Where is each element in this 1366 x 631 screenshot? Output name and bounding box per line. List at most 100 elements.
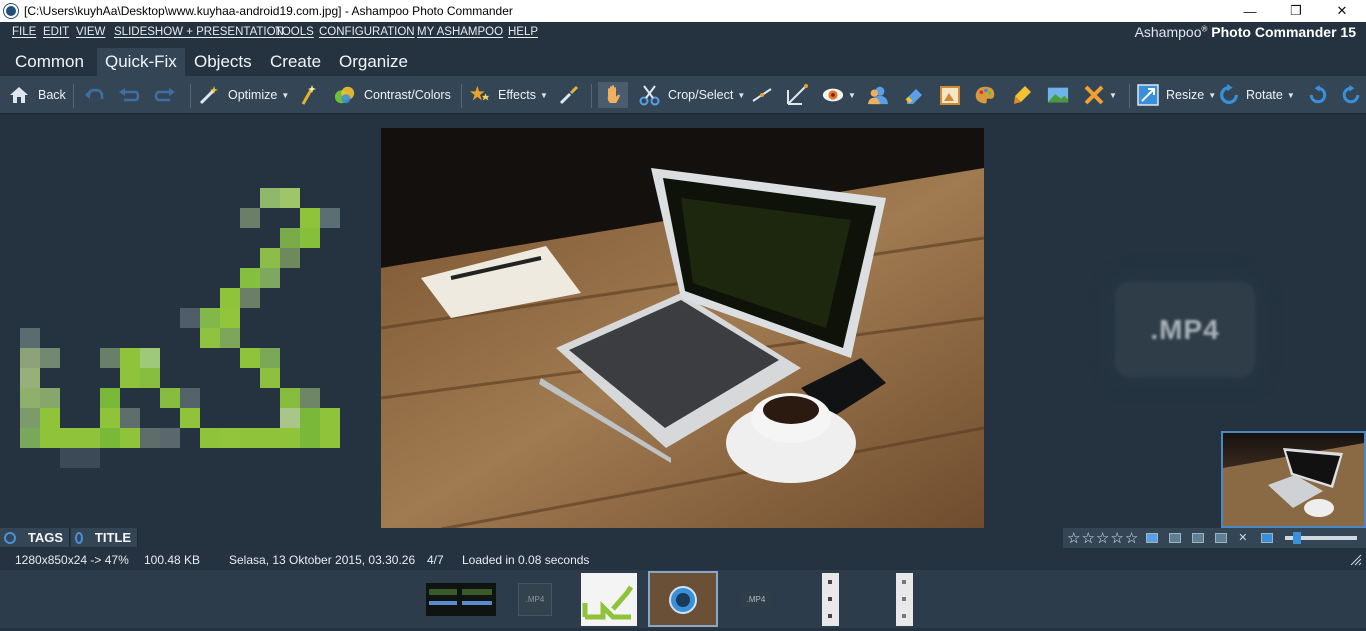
star-icon[interactable]: ☆ — [1067, 529, 1080, 547]
thumbnail-logo[interactable] — [581, 573, 637, 626]
star-icon[interactable]: ☆ — [1081, 529, 1094, 547]
chevron-down-icon: ▼ — [848, 90, 856, 100]
radio-icon — [75, 531, 83, 544]
menu-my-ashampoo[interactable]: MY ASHAMPOO — [417, 26, 503, 38]
zoom-slider[interactable] — [1285, 532, 1358, 544]
logo-pixel — [320, 208, 340, 228]
resize-grip-icon[interactable] — [1350, 554, 1362, 566]
thumbnail-video-dim[interactable]: .MP4 — [518, 583, 552, 616]
undo-icon — [118, 84, 140, 106]
previous-image-preview[interactable] — [0, 115, 380, 528]
logo-pixel — [200, 308, 220, 328]
contrast-colors-button[interactable]: Contrast/Colors — [334, 83, 451, 107]
undo-all-button[interactable] — [118, 83, 140, 107]
view-mode-icon[interactable] — [1192, 533, 1205, 543]
fit-icon[interactable] — [1261, 533, 1274, 543]
brush-tool-button[interactable] — [558, 83, 580, 107]
chevron-down-icon: ▼ — [539, 90, 548, 100]
portrait-button[interactable] — [867, 83, 889, 107]
crop-select-button[interactable]: Crop/Select ▼ — [639, 83, 745, 107]
rotate-right-button[interactable] — [1340, 83, 1362, 107]
title-toggle[interactable]: TITLE — [71, 528, 138, 547]
tab-common[interactable]: Common — [7, 48, 92, 76]
auto-fix-button[interactable] — [298, 83, 320, 107]
zoom-slider-thumb[interactable] — [1293, 532, 1302, 544]
frame-button[interactable] — [939, 83, 961, 107]
status-load-time: Loaded in 0.08 seconds — [462, 553, 590, 567]
tab-objects[interactable]: Objects — [186, 48, 260, 76]
menu-help[interactable]: HELP — [508, 26, 538, 38]
straighten-button[interactable] — [751, 83, 773, 107]
logo-pixel — [40, 408, 60, 428]
next-video-preview[interactable]: .MP4 — [1115, 282, 1255, 377]
undo-button[interactable] — [84, 83, 106, 107]
resize-button[interactable]: Resize ▼ — [1137, 83, 1216, 107]
rotate-button[interactable]: Rotate ▼ — [1218, 83, 1295, 107]
menu-slideshow[interactable]: SLIDESHOW + PRESENTATION — [114, 26, 284, 38]
close-button[interactable]: ✕ — [1319, 0, 1365, 22]
image-viewer[interactable]: .MP4 — [0, 115, 1366, 529]
palette-button[interactable] — [974, 83, 996, 107]
logo-pixel — [120, 428, 140, 448]
title-bar: [C:\Users\kuyhAa\Desktop\www.kuyhaa-andr… — [0, 0, 1366, 22]
separator — [1129, 84, 1130, 108]
tab-organize[interactable]: Organize — [331, 48, 416, 76]
effects-button[interactable]: Effects ▼ — [470, 83, 548, 107]
red-eye-button[interactable]: ▼ — [822, 83, 856, 107]
thumbnail-video[interactable]: .MP4 — [740, 591, 772, 607]
thumbnail-current-photo[interactable] — [648, 571, 718, 627]
palette-icon — [974, 84, 996, 106]
perspective-icon — [786, 84, 808, 106]
logo-pixel — [200, 328, 220, 348]
separator — [190, 84, 191, 108]
logo-pixel — [20, 428, 40, 448]
rotate-left-button[interactable] — [1307, 83, 1329, 107]
logo-pixel — [40, 388, 60, 408]
optimize-button[interactable]: Optimize ▼ — [198, 83, 289, 107]
paint-button[interactable] — [1011, 83, 1033, 107]
menu-file[interactable]: FILE — [12, 26, 36, 38]
maximize-button[interactable]: ❐ — [1273, 0, 1319, 22]
view-mode-icon[interactable] — [1215, 533, 1228, 543]
perspective-button[interactable] — [786, 83, 808, 107]
main-photo[interactable] — [381, 128, 984, 529]
minimize-button[interactable]: — — [1227, 0, 1273, 22]
star-icon[interactable]: ☆ — [1110, 529, 1123, 547]
navigator-thumbnail[interactable] — [1221, 431, 1366, 528]
tab-quick-fix[interactable]: Quick-Fix — [97, 48, 185, 76]
app-icon[interactable] — [4, 4, 18, 18]
logo-pixel — [60, 428, 80, 448]
menu-tools[interactable]: TOOLS — [275, 26, 314, 38]
rating-bar: ☆ ☆ ☆ ☆ ☆ ✕ — [1063, 528, 1366, 548]
chevron-down-icon: ▼ — [281, 90, 290, 100]
landscape-button[interactable] — [1047, 83, 1069, 107]
view-mode-icon[interactable] — [1169, 533, 1182, 543]
menu-edit[interactable]: EDIT — [43, 26, 69, 38]
frame-icon — [939, 84, 961, 106]
redo-button[interactable] — [154, 83, 176, 107]
status-position: 4/7 — [427, 553, 444, 567]
tab-create[interactable]: Create — [262, 48, 329, 76]
logo-pixel — [260, 368, 280, 388]
logo-pixel — [100, 428, 120, 448]
logo-pixel — [320, 428, 340, 448]
thumbnail-strip[interactable] — [822, 573, 839, 626]
tools-menu-button[interactable]: ▼ — [1083, 83, 1117, 107]
eraser-button[interactable] — [903, 83, 925, 107]
thumbnail-strip[interactable] — [896, 573, 913, 626]
logo-pixel — [280, 188, 300, 208]
tags-toggle[interactable]: TAGS — [0, 528, 70, 547]
logo-pixel — [200, 428, 220, 448]
star-icon[interactable]: ☆ — [1096, 529, 1109, 547]
hand-tool-button[interactable] — [598, 82, 628, 108]
view-mode-icon[interactable] — [1146, 533, 1159, 543]
logo-pixel — [80, 428, 100, 448]
logo-pixel — [300, 408, 320, 428]
star-icon[interactable]: ☆ — [1125, 529, 1138, 547]
back-button[interactable]: Back — [8, 83, 66, 107]
logo-pixel — [300, 428, 320, 448]
menu-configuration[interactable]: CONFIGURATION — [319, 26, 415, 38]
fullscreen-icon[interactable]: ✕ — [1238, 533, 1250, 544]
thumbnail-screenshot[interactable] — [426, 583, 496, 616]
menu-view[interactable]: VIEW — [76, 26, 105, 38]
